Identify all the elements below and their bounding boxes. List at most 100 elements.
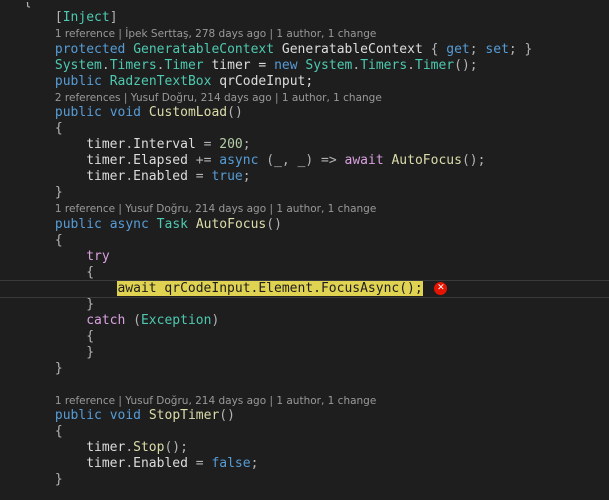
code-token: timer <box>86 137 126 152</box>
code-token: { <box>54 232 63 248</box>
code-token: { <box>54 121 63 136</box>
code-token: Timers <box>360 57 408 73</box>
code-token: ] <box>109 10 118 25</box>
code-token: protected <box>54 41 126 57</box>
code-token: public <box>54 216 102 232</box>
code-line[interactable]: } <box>55 361 63 377</box>
code-token: false <box>211 456 251 471</box>
code-line[interactable]: timer.Interval = 200; <box>86 137 250 153</box>
code-token: void <box>109 105 142 120</box>
code-token: System <box>54 57 102 73</box>
codelens-info[interactable]: 2 references | Yusuf Doğru, 214 days ago… <box>55 91 382 105</box>
code-token: } <box>54 472 63 487</box>
code-token: ; } <box>508 41 533 57</box>
code-token: Timer <box>415 57 455 73</box>
code-editor[interactable]: { [Inject] 1 reference | İpek Serttaş, 278… <box>0 0 609 500</box>
code-line[interactable]: } <box>86 297 94 313</box>
code-line[interactable]: public async Task AutoFocus() <box>55 217 282 233</box>
code-token: { <box>54 424 63 439</box>
code-line[interactable]: timer.Enabled = true; <box>86 169 250 185</box>
code-token: (); <box>454 57 478 73</box>
code-token: { <box>86 328 95 344</box>
code-token: AutoFocus <box>391 153 462 168</box>
code-token: public <box>54 408 102 423</box>
code-line[interactable]: } <box>55 472 63 488</box>
code-token: Enabled <box>133 456 188 471</box>
code-token: 200 <box>219 137 243 152</box>
code-line[interactable]: { <box>55 121 63 137</box>
code-token: ; <box>469 41 486 57</box>
code-token: , <box>281 153 298 168</box>
code-token: set <box>485 41 509 57</box>
highlighted-statement: await qrCodeInput.Element.FocusAsync(); <box>117 280 423 296</box>
code-token: . <box>125 153 134 168</box>
code-token: catch <box>86 312 126 328</box>
code-line[interactable]: { <box>86 265 94 281</box>
code-line[interactable]: await qrCodeInput.Element.FocusAsync(); <box>117 280 423 297</box>
code-token: timer <box>86 153 126 168</box>
code-token: System <box>305 57 353 73</box>
code-token: ; <box>242 137 251 152</box>
code-line[interactable]: } <box>55 185 63 201</box>
code-token: Task <box>156 216 188 232</box>
code-line[interactable]: public void CustomLoad() <box>55 105 243 121</box>
code-line[interactable]: timer.Elapsed += async (_, _) => await A… <box>86 153 485 169</box>
code-line[interactable]: { <box>55 233 63 249</box>
code-token: get <box>446 41 470 57</box>
code-line[interactable]: { <box>86 329 94 345</box>
code-line[interactable]: System.Timers.Timer timer = new System.T… <box>55 58 478 74</box>
code-line[interactable]: } <box>86 345 94 361</box>
code-token: { <box>86 264 95 280</box>
code-token: true <box>211 169 243 184</box>
code-token: = <box>195 137 220 152</box>
code-token: _ <box>274 153 282 168</box>
code-token: . <box>125 440 134 455</box>
code-token: () <box>227 105 243 120</box>
codelens-info[interactable]: 1 reference | Yusuf Doğru, 214 days ago … <box>55 394 376 408</box>
codelens-info[interactable]: 1 reference | İpek Serttaş, 278 days ago… <box>55 27 376 41</box>
code-token: . <box>101 57 110 73</box>
code-token: AutoFocus <box>195 216 267 232</box>
code-token: = <box>187 169 212 184</box>
code-token: } <box>86 296 95 312</box>
code-token: [ <box>54 10 63 25</box>
code-line[interactable]: timer.Enabled = false; <box>86 456 258 472</box>
code-token: () <box>266 216 282 232</box>
code-token: ) <box>211 312 220 328</box>
code-token: qrCodeInput; <box>211 73 314 89</box>
code-token: (); <box>461 153 486 168</box>
code-token: . <box>156 57 165 73</box>
code-token: } <box>54 360 63 376</box>
code-token: try <box>86 248 110 264</box>
code-token: timer = <box>203 57 275 73</box>
code-line[interactable]: { <box>55 424 63 440</box>
code-token: += <box>187 153 220 168</box>
code-token: Exception <box>140 312 212 328</box>
code-line[interactable]: protected GeneratableContext Generatable… <box>55 42 532 58</box>
code-token: await <box>344 153 384 168</box>
code-line[interactable]: try <box>86 249 109 265</box>
code-token: async <box>109 216 149 232</box>
code-line[interactable]: timer.Stop(); <box>86 440 188 456</box>
code-line[interactable]: public RadzenTextBox qrCodeInput; <box>55 74 313 90</box>
editor-top-edge <box>0 0 609 2</box>
code-token: Interval <box>133 137 196 152</box>
code-token: StopTimer <box>148 408 220 423</box>
code-token: RadzenTextBox <box>109 73 212 89</box>
code-token: Timers <box>109 57 157 73</box>
code-line[interactable]: [Inject] <box>55 10 118 26</box>
code-token: CustomLoad <box>148 105 228 120</box>
code-token: = <box>187 456 212 471</box>
codelens-info[interactable]: 1 reference | Yusuf Doğru, 214 days ago … <box>55 202 376 216</box>
code-line[interactable]: catch (Exception) <box>86 313 219 329</box>
code-token: ; <box>250 456 259 471</box>
code-token: Timer <box>164 57 204 73</box>
code-line[interactable]: public void StopTimer() <box>55 408 235 424</box>
